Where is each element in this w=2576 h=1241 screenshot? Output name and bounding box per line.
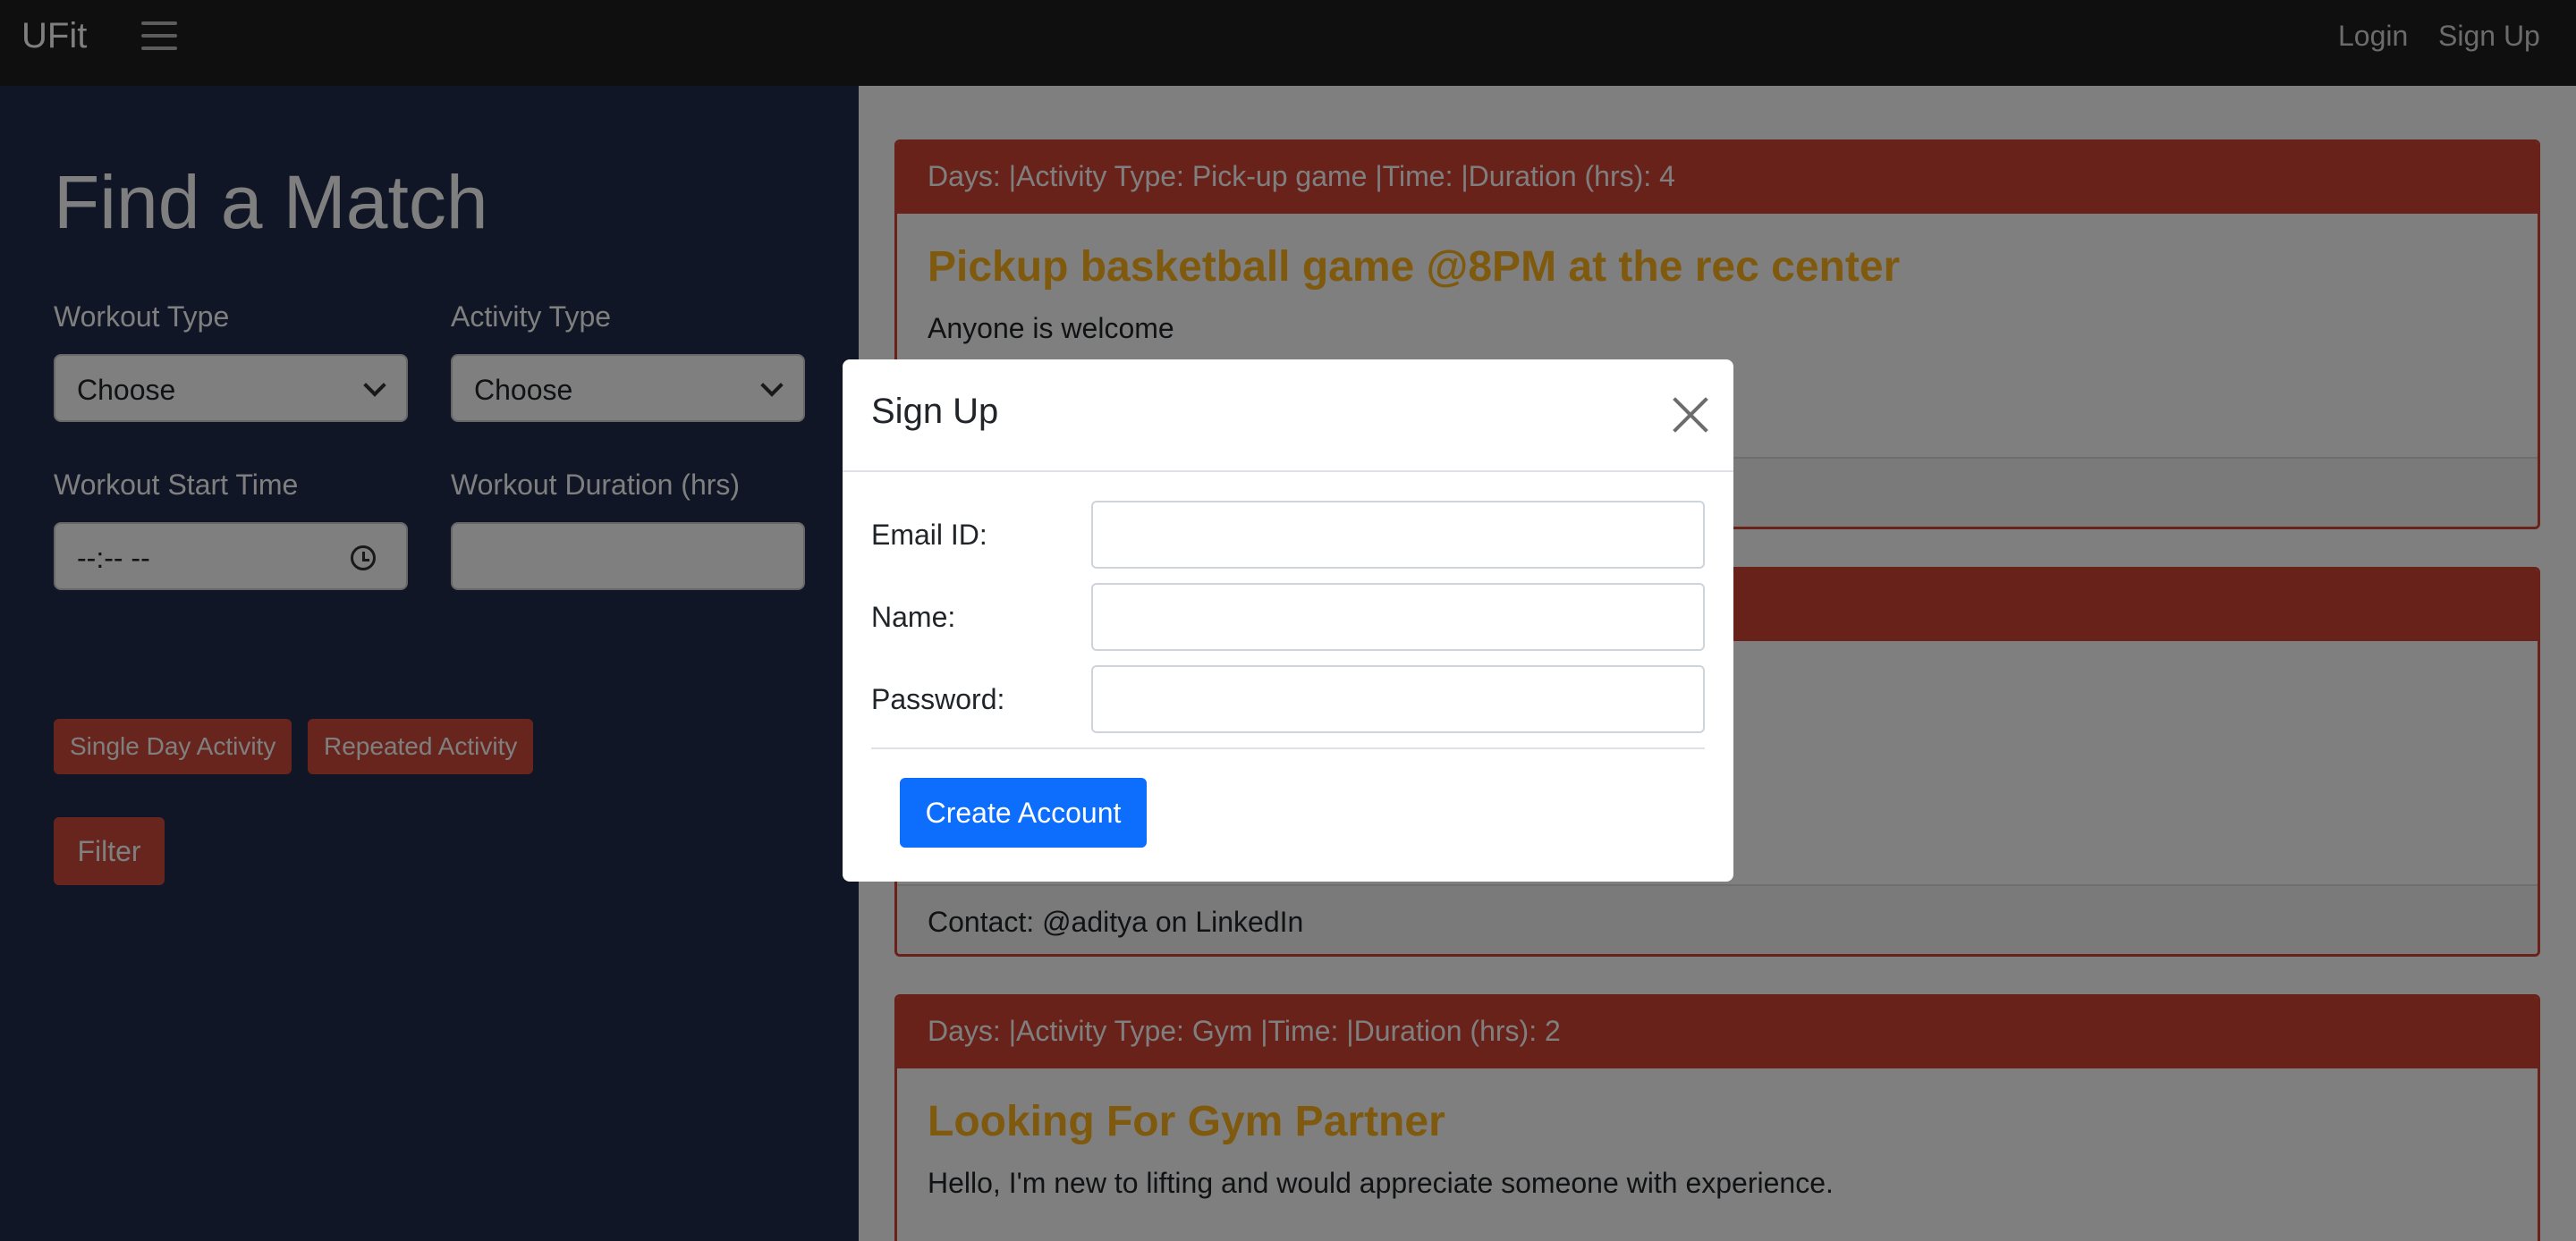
email-field[interactable] <box>1091 501 1705 569</box>
close-icon[interactable] <box>1673 397 1708 433</box>
email-label: Email ID: <box>871 519 987 551</box>
password-label: Password: <box>871 683 1005 715</box>
modal-header: Sign Up <box>843 359 1733 472</box>
create-account-button[interactable]: Create Account <box>900 778 1147 848</box>
signup-modal: Sign Up Email ID: Name: Password: Create… <box>843 359 1733 882</box>
form-divider <box>871 747 1705 749</box>
modal-title: Sign Up <box>871 392 999 431</box>
name-field[interactable] <box>1091 583 1705 651</box>
password-field[interactable] <box>1091 665 1705 733</box>
name-label: Name: <box>871 601 956 633</box>
